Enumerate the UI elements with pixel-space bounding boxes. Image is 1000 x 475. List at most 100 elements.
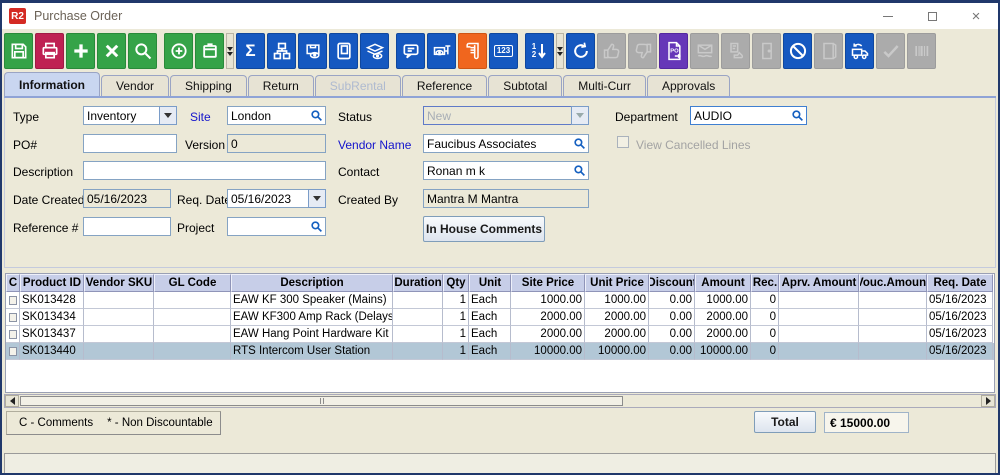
refresh-button[interactable] [566, 33, 595, 69]
col-header-vouc-amount[interactable]: Vouc.Amount [859, 274, 927, 292]
col-header-c[interactable]: C [6, 274, 20, 292]
po-number-input[interactable] [83, 134, 177, 153]
col-header-aprv-amount[interactable]: Aprv. Amount [779, 274, 859, 292]
row-checkbox[interactable] [9, 313, 17, 322]
cell-duration [393, 343, 443, 360]
add-item-button[interactable] [164, 33, 193, 69]
table-row-selected[interactable]: SK013440 RTS Intercom User Station 1 Eac… [6, 343, 994, 360]
vendor-name-input[interactable] [423, 134, 589, 153]
contact-search-icon[interactable] [573, 164, 586, 177]
req-date-combobox[interactable] [227, 189, 326, 208]
scroll-left-button[interactable] [5, 395, 19, 407]
save-button[interactable] [4, 33, 33, 69]
po-log-button[interactable] [458, 33, 487, 69]
department-input[interactable] [690, 106, 807, 125]
receive-truck-button[interactable] [845, 33, 874, 69]
sort-button[interactable]: 12 [525, 33, 554, 69]
type-combobox[interactable] [83, 106, 177, 125]
contact-lookup[interactable] [423, 161, 589, 180]
sum-button[interactable]: Σ [236, 33, 265, 69]
count-button[interactable]: 123 [489, 33, 518, 69]
description-input[interactable] [83, 161, 326, 180]
col-header-rec[interactable]: Rec. [751, 274, 779, 292]
col-header-req-date[interactable]: Req. Date [927, 274, 993, 292]
vendor-search-icon[interactable] [573, 137, 586, 150]
cancel-lines-button[interactable] [783, 33, 812, 69]
col-header-product-id[interactable]: Product ID [20, 274, 84, 292]
row-select-cell [6, 343, 20, 360]
req-date-chevron-icon[interactable] [308, 189, 326, 208]
scroll-right-button[interactable] [981, 395, 995, 407]
row-checkbox[interactable] [9, 347, 17, 356]
scrollbar-thumb[interactable] [20, 396, 623, 406]
tab-multi-curr[interactable]: Multi-Curr [563, 75, 646, 96]
tab-reference[interactable]: Reference [402, 75, 487, 96]
thumbs-down-icon [633, 41, 653, 61]
cell-amount: 2000.00 [695, 326, 751, 343]
view-package-button[interactable] [298, 33, 327, 69]
search-button[interactable] [128, 33, 157, 69]
chevron-down-icon[interactable] [159, 106, 177, 125]
in-house-comments-button[interactable]: In House Comments [423, 216, 545, 242]
view-layers-button[interactable] [360, 33, 389, 69]
type-input[interactable] [83, 106, 159, 125]
col-header-qty[interactable]: Qty [443, 274, 469, 292]
project-lookup[interactable] [227, 217, 326, 236]
col-header-gl-code[interactable]: GL Code [154, 274, 231, 292]
toolbar-splitter-2[interactable] [556, 33, 564, 69]
department-lookup[interactable] [690, 106, 807, 125]
col-header-discount[interactable]: Discount [649, 274, 695, 292]
table-header-row: C Product ID Vendor SKU GL Code Descript… [6, 274, 994, 292]
site-search-icon[interactable] [310, 109, 323, 122]
contact-input[interactable] [423, 161, 589, 180]
tab-return[interactable]: Return [248, 75, 314, 96]
tab-subtotal[interactable]: Subtotal [488, 75, 562, 96]
comments-button[interactable] [396, 33, 425, 69]
col-header-site-price[interactable]: Site Price [511, 274, 585, 292]
maximize-button[interactable] [910, 3, 954, 29]
row-checkbox[interactable] [9, 296, 17, 305]
cell-req-date: 05/16/2023 [927, 343, 993, 360]
x-icon [103, 42, 121, 60]
total-button[interactable]: Total [754, 411, 816, 433]
hierarchy-button[interactable] [267, 33, 296, 69]
row-checkbox[interactable] [9, 330, 17, 339]
tab-information[interactable]: Information [4, 72, 100, 96]
table-row[interactable]: SK013428 EAW KF 300 Speaker (Mains) 1 Ea… [6, 292, 994, 309]
col-header-description[interactable]: Description [231, 274, 393, 292]
col-header-unit[interactable]: Unit [469, 274, 511, 292]
close-button[interactable]: × [954, 3, 998, 29]
vendor-lookup[interactable] [423, 134, 589, 153]
tab-approvals[interactable]: Approvals [647, 75, 730, 96]
view-flow-button[interactable] [427, 33, 456, 69]
department-search-icon[interactable] [791, 109, 804, 122]
table-row[interactable]: SK013437 EAW Hang Point Hardware Kit 1 E… [6, 326, 994, 343]
cell-rec: 0 [751, 326, 779, 343]
print-button[interactable] [35, 33, 64, 69]
minimize-button[interactable] [866, 3, 910, 29]
package-button[interactable] [195, 33, 224, 69]
horizontal-scrollbar[interactable] [4, 394, 996, 408]
po-document-button[interactable]: PO [659, 33, 688, 69]
catalog-button[interactable] [329, 33, 358, 69]
toolbar-splitter[interactable] [226, 33, 234, 69]
window-title: Purchase Order [34, 9, 122, 23]
req-date-input[interactable] [227, 189, 308, 208]
cell-site-price: 10000.00 [511, 343, 585, 360]
tab-shipping[interactable]: Shipping [170, 75, 247, 96]
add-button[interactable] [66, 33, 95, 69]
row-select-cell [6, 292, 20, 309]
col-header-vendor-sku[interactable]: Vendor SKU [84, 274, 154, 292]
project-search-icon[interactable] [310, 220, 323, 233]
status-input [423, 106, 571, 125]
site-lookup[interactable] [227, 106, 326, 125]
reference-input[interactable] [83, 217, 171, 236]
tab-vendor[interactable]: Vendor [101, 75, 169, 96]
delete-button[interactable] [97, 33, 126, 69]
col-header-unit-price[interactable]: Unit Price [585, 274, 649, 292]
line-items-table: C Product ID Vendor SKU GL Code Descript… [5, 273, 995, 393]
col-header-duration[interactable]: Duration [393, 274, 443, 292]
cell-duration [393, 309, 443, 326]
col-header-amount[interactable]: Amount [695, 274, 751, 292]
table-row[interactable]: SK013434 EAW KF300 Amp Rack (Delays) 1 E… [6, 309, 994, 326]
